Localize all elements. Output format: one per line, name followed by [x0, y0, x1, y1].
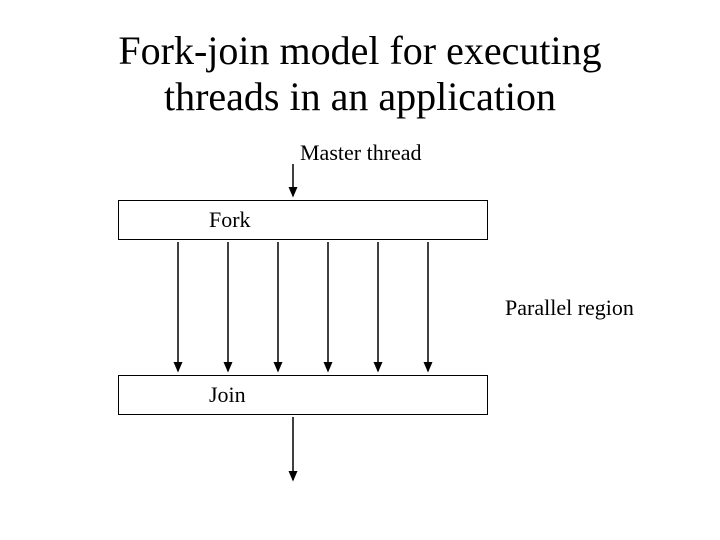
- join-label: Join: [209, 382, 246, 408]
- title-line-1: Fork-join model for executing: [118, 28, 601, 73]
- master-thread-label: Master thread: [300, 140, 422, 166]
- slide: Fork-join model for executing threads in…: [0, 0, 720, 540]
- parallel-region-label: Parallel region: [505, 295, 634, 321]
- slide-title: Fork-join model for executing threads in…: [0, 28, 720, 120]
- parallel-arrows: [178, 242, 428, 371]
- fork-box: Fork: [118, 200, 488, 240]
- fork-label: Fork: [209, 207, 251, 233]
- title-line-2: threads in an application: [164, 74, 556, 119]
- join-box: Join: [118, 375, 488, 415]
